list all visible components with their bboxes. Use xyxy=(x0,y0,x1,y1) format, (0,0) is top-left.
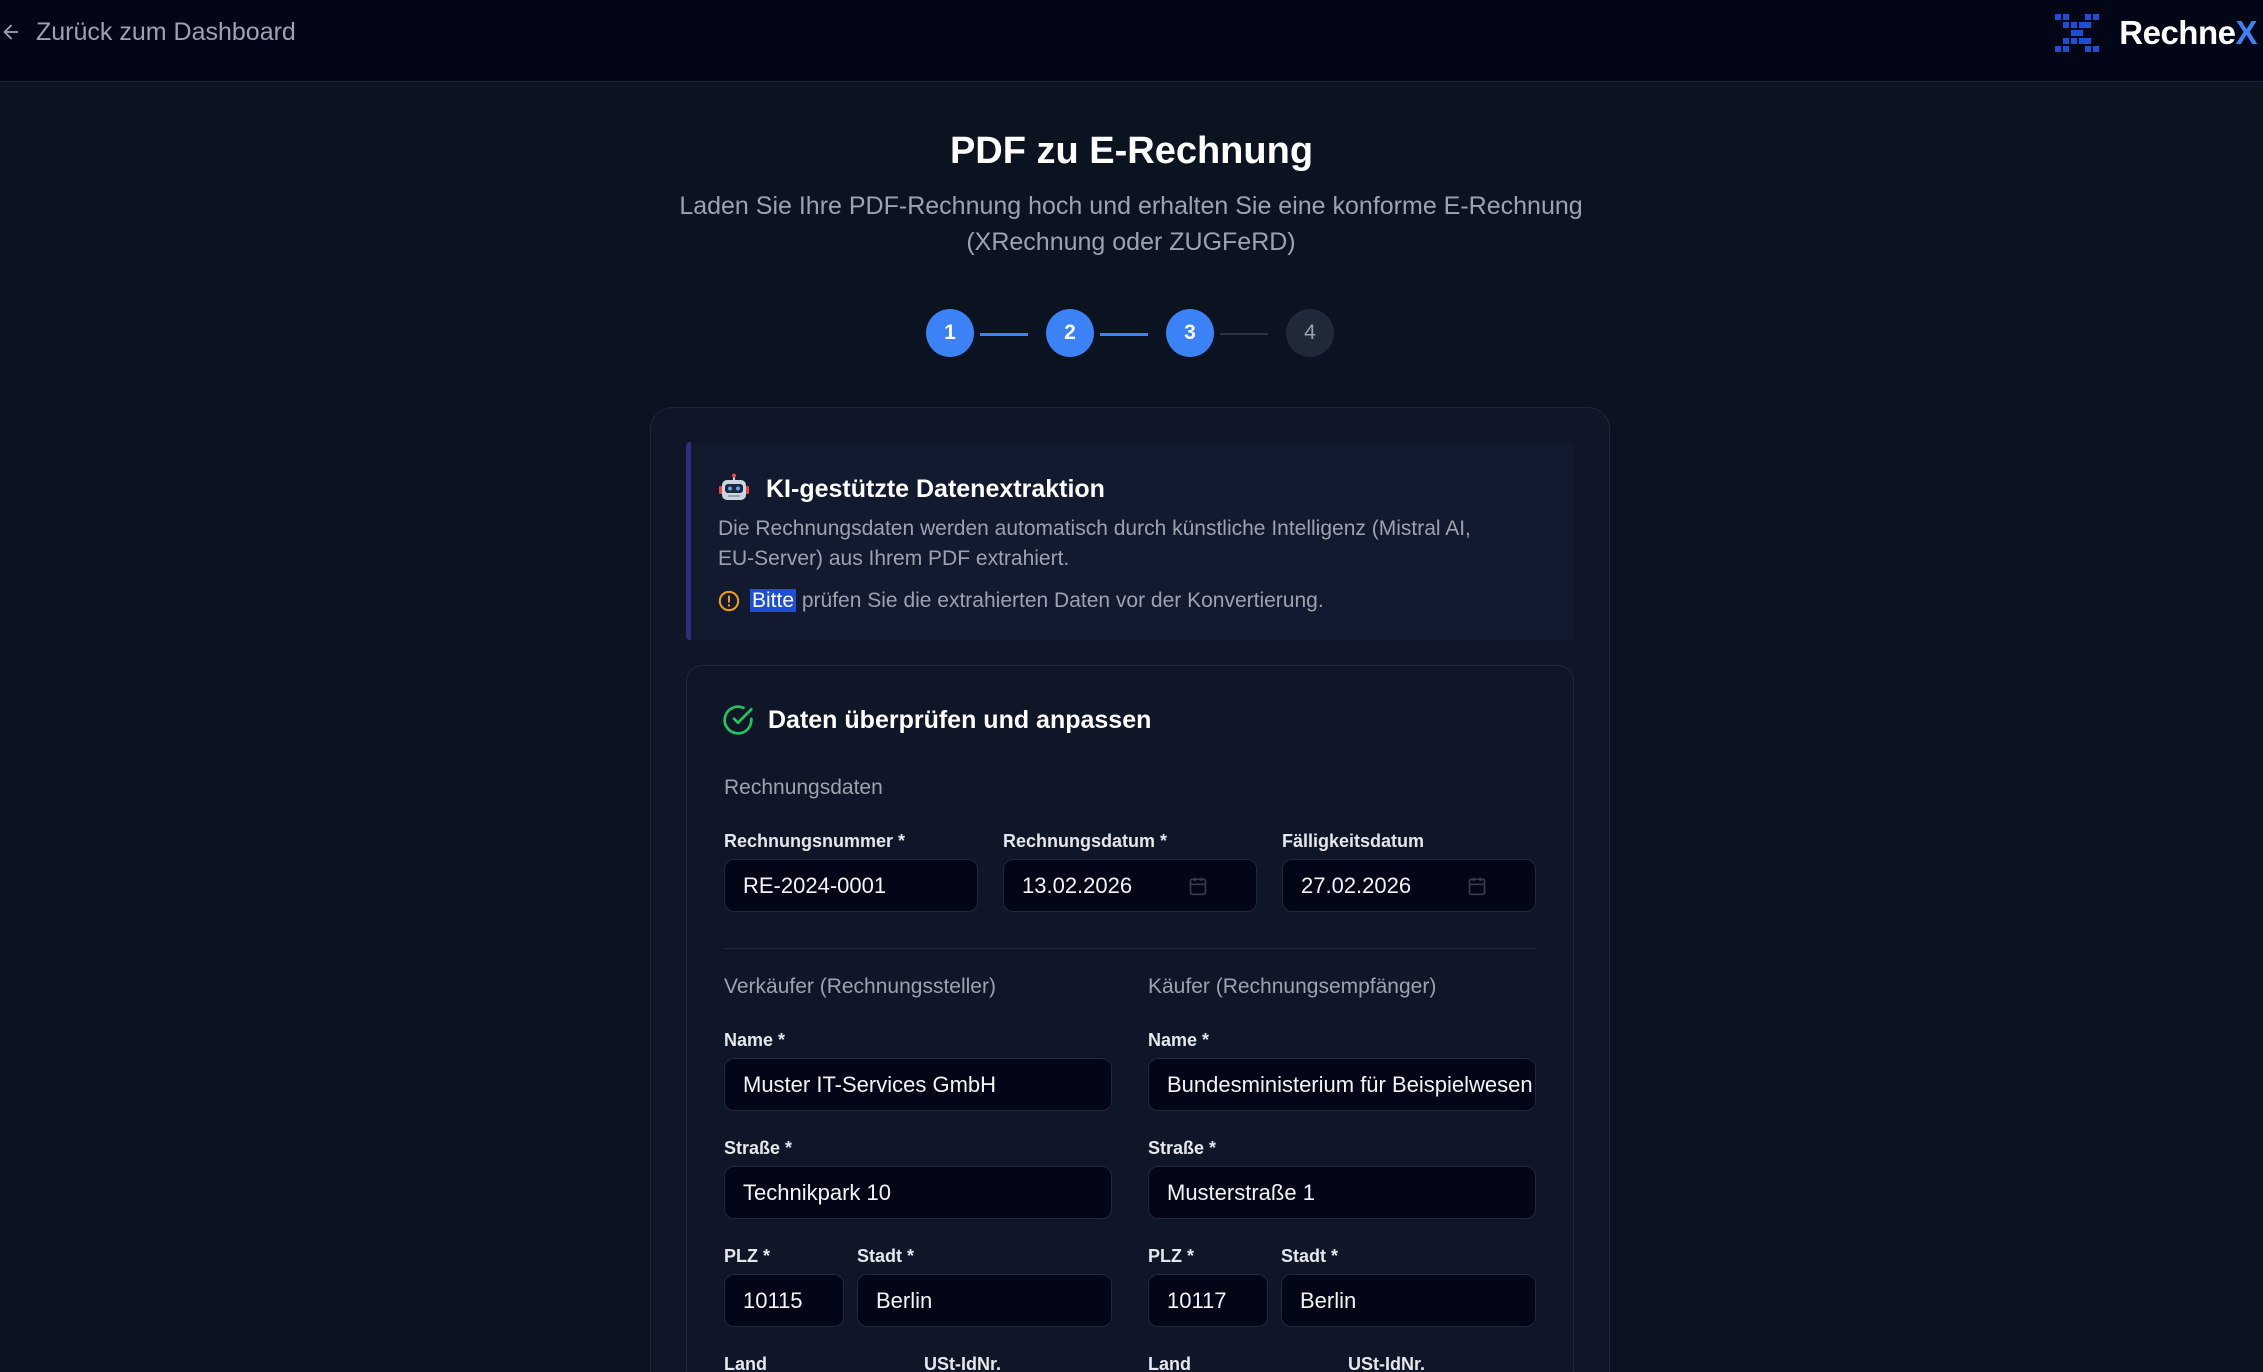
logo-mark-icon xyxy=(2053,12,2101,54)
check-circle-icon xyxy=(722,704,754,736)
selected-text-highlight: Bitte xyxy=(750,589,797,612)
brand-name-main: Rechne xyxy=(2119,14,2236,51)
buyer-street-input[interactable]: Musterstraße 1 xyxy=(1148,1166,1536,1219)
buyer-street-label: Straße * xyxy=(1148,1138,1217,1158)
step-2: 2 xyxy=(1046,309,1094,357)
seller-country-label: Land xyxy=(724,1354,767,1372)
invoice-number-label: Rechnungsnummer * xyxy=(724,831,906,851)
step-4: 4 xyxy=(1286,309,1334,357)
seller-city-label: Stadt * xyxy=(857,1246,915,1266)
invoice-section-label: Rechnungsdaten xyxy=(724,776,883,799)
arrow-left-icon xyxy=(0,21,22,43)
buyer-city-input[interactable]: Berlin xyxy=(1281,1274,1536,1327)
back-link-label: Zurück zum Dashboard xyxy=(36,17,296,46)
step-connector-1 xyxy=(980,333,1028,336)
ai-notice-text-line-1: Die Rechnungsdaten werden automatisch du… xyxy=(718,517,1471,540)
ai-notice-title: KI-gestützte Datenextraktion xyxy=(718,472,1105,506)
robot-icon xyxy=(718,473,750,505)
buyer-country-label: Land xyxy=(1148,1354,1191,1372)
seller-vat-label: USt-IdNr. xyxy=(924,1354,1002,1372)
buyer-name-label: Name * xyxy=(1148,1030,1210,1050)
page-title: PDF zu E-Rechnung xyxy=(949,130,1314,172)
buyer-name-input[interactable]: Bundesministerium für Beispielwesen xyxy=(1148,1058,1536,1111)
top-bar: Zurück zum Dashboard RechneX xyxy=(0,0,2263,82)
progress-stepper: 1 2 3 4 xyxy=(0,309,2263,359)
subtitle-line-1: Laden Sie Ihre PDF-Rechnung hoch und erh… xyxy=(679,192,1583,220)
due-date-value: 27.02.2026 xyxy=(1301,872,1412,898)
seller-section-label: Verkäufer (Rechnungssteller) xyxy=(724,975,996,998)
buyer-vat-label: USt-IdNr. xyxy=(1348,1354,1426,1372)
seller-street-input[interactable]: Technikpark 10 xyxy=(724,1166,1112,1219)
seller-zip-input[interactable]: 10115 xyxy=(724,1274,844,1327)
ai-warning-rest: prüfen Sie die extrahierten Daten vor de… xyxy=(801,589,1324,612)
ai-warning: Bitte prüfen Sie die extrahierten Daten … xyxy=(718,585,1324,617)
subtitle-line-2: (XRechnung oder ZUGFeRD) xyxy=(966,228,1296,256)
buyer-city-label: Stadt * xyxy=(1281,1246,1339,1266)
step-connector-3 xyxy=(1220,333,1268,335)
ai-warning-text: Bitte prüfen Sie die extrahierten Daten … xyxy=(750,589,1324,613)
ai-notice-text-line-2: EU-Server) aus Ihrem PDF extrahiert. xyxy=(718,547,1070,570)
due-date-input[interactable]: 27.02.2026 xyxy=(1282,859,1536,912)
step-3: 3 xyxy=(1166,309,1214,357)
invoice-number-input[interactable]: RE-2024-0001 xyxy=(724,859,978,912)
calendar-icon[interactable] xyxy=(1467,876,1487,896)
ai-notice-text: Die Rechnungsdaten werden automatisch du… xyxy=(718,514,1558,574)
seller-street-label: Straße * xyxy=(724,1138,793,1158)
section-divider xyxy=(724,948,1536,949)
seller-name-label: Name * xyxy=(724,1030,786,1050)
buyer-zip-input[interactable]: 10117 xyxy=(1148,1274,1268,1327)
ai-notice-title-text: KI-gestützte Datenextraktion xyxy=(766,474,1105,503)
seller-name-input[interactable]: Muster IT-Services GmbH xyxy=(724,1058,1112,1111)
step-connector-2 xyxy=(1100,333,1148,336)
review-title-text: Daten überprüfen und anpassen xyxy=(768,705,1152,734)
page-subtitle: Laden Sie Ihre PDF-Rechnung hoch und erh… xyxy=(631,188,1631,260)
seller-zip-label: PLZ * xyxy=(724,1246,771,1266)
buyer-zip-label: PLZ * xyxy=(1148,1246,1195,1266)
calendar-icon[interactable] xyxy=(1188,876,1208,896)
due-date-label: Fälligkeitsdatum xyxy=(1282,831,1425,851)
alert-circle-icon xyxy=(718,590,740,612)
brand-logo[interactable]: RechneX xyxy=(2053,12,2257,54)
back-to-dashboard-link[interactable]: Zurück zum Dashboard xyxy=(0,14,296,50)
invoice-date-input[interactable]: 13.02.2026 xyxy=(1003,859,1257,912)
seller-city-input[interactable]: Berlin xyxy=(857,1274,1112,1327)
brand-name: RechneX xyxy=(2119,14,2257,52)
review-data-card xyxy=(686,665,1574,1372)
step-1: 1 xyxy=(926,309,974,357)
brand-name-accent: X xyxy=(2235,14,2257,51)
invoice-date-label: Rechnungsdatum * xyxy=(1003,831,1168,851)
review-title: Daten überprüfen und anpassen xyxy=(722,702,1151,738)
buyer-section-label: Käufer (Rechnungsempfänger) xyxy=(1148,975,1437,998)
invoice-date-value: 13.02.2026 xyxy=(1022,872,1133,898)
